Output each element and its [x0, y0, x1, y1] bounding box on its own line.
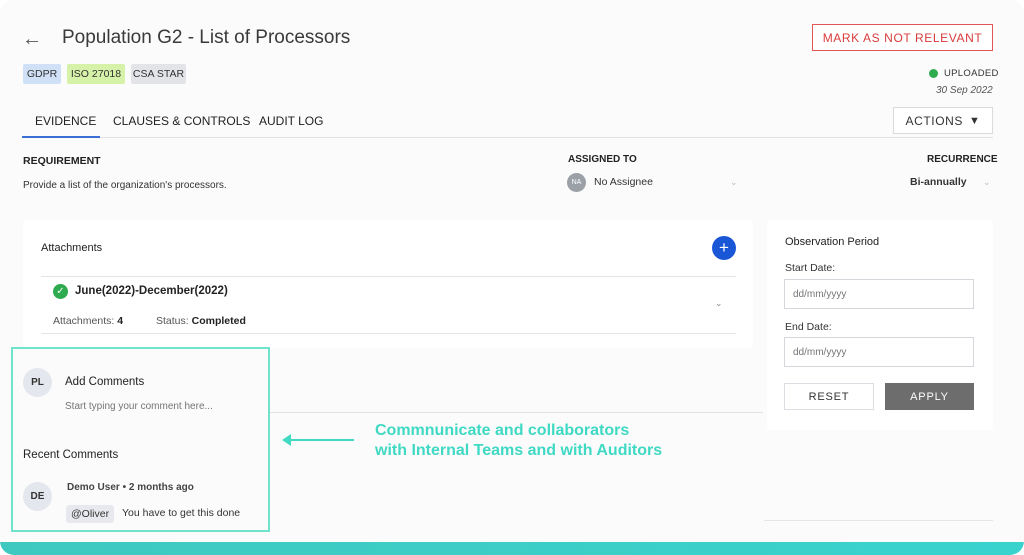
comment-text: You have to get this done: [122, 507, 241, 519]
comment-author: Demo User • 2 months ago: [67, 482, 194, 493]
start-date-input[interactable]: [784, 279, 974, 309]
bottom-accent-bar: [0, 542, 1024, 555]
recurrence-label: RECURRENCE: [927, 154, 998, 165]
arrow-line: [288, 439, 354, 441]
attachment-count-label: Attachments:: [53, 315, 115, 327]
active-tab-indicator: [22, 136, 100, 138]
attachment-count-value: 4: [117, 315, 124, 327]
mark-not-relevant-button[interactable]: MARK AS NOT RELEVANT: [812, 24, 993, 51]
badge-gdpr: GDPR: [23, 64, 61, 84]
attachment-count: Attachments: 4: [53, 315, 123, 327]
attachment-status-value: Completed: [191, 315, 246, 327]
status-label: UPLOADED: [944, 68, 999, 79]
apply-button[interactable]: APPLY: [885, 383, 974, 410]
page-title: Population G2 - List of Processors: [62, 27, 351, 48]
callout-line-1: Commnunicate and collaborators: [375, 422, 630, 439]
chevron-down-icon[interactable]: ⌄: [983, 177, 991, 188]
attachment-status-label: Status:: [156, 315, 189, 327]
actions-label: ACTIONS: [905, 113, 964, 128]
tab-clauses-controls[interactable]: CLAUSES & CONTROLS: [113, 114, 250, 128]
divider: [41, 276, 736, 277]
requirement-text: Provide a list of the organization's pro…: [23, 180, 227, 191]
check-circle-icon: ✓: [53, 284, 68, 299]
attachments-title: Attachments: [41, 242, 103, 254]
page: ← Population G2 - List of Processors MAR…: [0, 0, 1024, 555]
expand-chevron-icon[interactable]: ⌄: [715, 298, 723, 309]
end-date-label: End Date:: [785, 321, 832, 333]
status-date: 30 Sep 2022: [936, 85, 993, 96]
divider: [764, 520, 993, 521]
recurrence-select[interactable]: Bi-annually: [910, 176, 967, 188]
actions-button[interactable]: ACTIONS ▼: [893, 107, 993, 134]
caret-down-icon: ▼: [969, 114, 981, 127]
callout-line-2: with Internal Teams and with Auditors: [375, 442, 663, 459]
status-badge: UPLOADED: [929, 68, 999, 79]
divider: [41, 333, 736, 334]
attachment-status: Status: Completed: [156, 315, 246, 327]
end-date-input[interactable]: [784, 337, 974, 367]
plus-icon: +: [719, 238, 729, 257]
chevron-down-icon[interactable]: ⌄: [730, 177, 738, 188]
tab-divider: [22, 137, 993, 138]
badge-iso-27018: ISO 27018: [67, 64, 125, 84]
back-arrow-icon[interactable]: ←: [22, 29, 42, 49]
comment-input[interactable]: [65, 397, 255, 415]
attachments-card: [23, 220, 753, 348]
mention-tag[interactable]: @Oliver: [66, 505, 115, 523]
reset-button[interactable]: RESET: [784, 383, 874, 410]
assigned-to-label: ASSIGNED TO: [568, 154, 637, 165]
tab-evidence[interactable]: EVIDENCE: [35, 114, 96, 128]
assignee-select[interactable]: No Assignee: [594, 176, 653, 188]
user-avatar: PL: [23, 368, 52, 397]
add-attachment-button[interactable]: +: [712, 236, 736, 260]
callout-text: Commnunicate and collaborators with Inte…: [375, 421, 662, 461]
recent-comments-title: Recent Comments: [23, 449, 119, 461]
comment-author-avatar: DE: [23, 482, 52, 511]
status-dot-icon: [929, 69, 938, 78]
add-comments-title: Add Comments: [65, 376, 145, 388]
start-date-label: Start Date:: [785, 262, 836, 274]
tab-audit-log[interactable]: AUDIT LOG: [259, 114, 323, 128]
observation-title: Observation Period: [785, 236, 880, 248]
assignee-avatar: NA: [567, 173, 586, 192]
attachment-period[interactable]: June(2022)-December(2022): [75, 285, 228, 297]
requirement-label: REQUIREMENT: [23, 155, 101, 167]
badge-csa-star: CSA STAR: [131, 64, 186, 84]
